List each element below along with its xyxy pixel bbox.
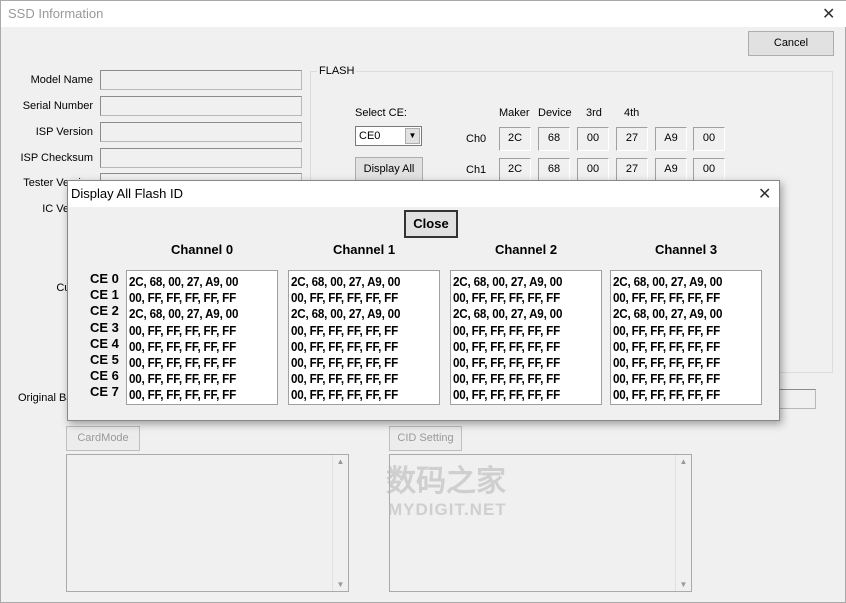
flash-id-box: 2C (499, 127, 531, 151)
flash-id-row: 00, FF, FF, FF, FF, FF (613, 356, 720, 371)
watermark-logo: 数码之家 MYDIGIT.NET (386, 465, 507, 519)
flash-id-row: 2C, 68, 00, 27, A9, 00 (129, 275, 239, 289)
id-column-header: Device (538, 107, 572, 119)
flash-id-row: 00, FF, FF, FF, FF, FF (613, 323, 720, 338)
flash-id-row: 00, FF, FF, FF, FF, FF (129, 372, 236, 387)
field-label: Serial Number (22, 100, 93, 112)
close-icon[interactable]: ✕ (758, 184, 771, 204)
id-column-header: 3rd (586, 107, 602, 119)
flash-id-row: 00, FF, FF, FF, FF, FF (453, 372, 560, 387)
channel-id-list: 2C, 68, 00, 27, A9, 00 00, FF, FF, FF, FF… (288, 270, 440, 405)
flash-id-row: 2C, 68, 00, 27, A9, 00 (453, 307, 563, 322)
channel-id-list: 2C, 68, 00, 27, A9, 00 00, FF, FF, FF, FF… (126, 270, 278, 405)
card-mode-button[interactable]: CardMode (66, 426, 140, 451)
flash-id-row: 2C, 68, 00, 27, A9, 00 (291, 275, 401, 289)
flash-id-row: 00, FF, FF, FF, FF, FF (453, 388, 560, 403)
dialog-close-button[interactable]: Close (404, 210, 458, 238)
ce-label: CE 5 (90, 352, 119, 367)
dialog-title-bar: Display All Flash ID ✕ (68, 181, 779, 207)
ce-label: CE 4 (90, 335, 119, 351)
flash-id-box: 00 (577, 127, 609, 151)
display-all-flash-id-dialog: Display All Flash ID ✕ Close Channel 0 Ch… (67, 180, 780, 421)
flash-id-box: 2C (499, 158, 531, 182)
field-input[interactable] (100, 148, 302, 168)
display-all-button[interactable]: Display All (355, 157, 423, 182)
field-input[interactable] (100, 70, 302, 90)
flash-id-row: 00, FF, FF, FF, FF, FF (453, 323, 560, 338)
flash-id-row: 2C, 68, 00, 27, A9, 00 (613, 307, 723, 322)
cancel-button[interactable]: Cancel (748, 31, 834, 56)
id-column-header: 4th (624, 107, 640, 119)
flash-id-row: 00, FF, FF, FF, FF, FF (453, 291, 560, 306)
cid-setting-button[interactable]: CID Setting (389, 426, 462, 451)
select-ce-label: Select CE: (355, 107, 407, 119)
scrollbar[interactable]: ▲ ▼ (675, 455, 691, 591)
flash-id-row: 00, FF, FF, FF, FF, FF (291, 323, 398, 338)
channel-header: Channel 1 (332, 242, 396, 257)
field-input[interactable] (100, 96, 302, 116)
flash-id-row: 00, FF, FF, FF, FF, FF (129, 323, 236, 338)
flash-group-label: FLASH (317, 65, 357, 77)
flash-id-row: 00, FF, FF, FF, FF, FF (613, 339, 720, 354)
field-label: ISP Checksum (20, 152, 93, 164)
ce-label: CE 1 (90, 287, 119, 303)
close-icon[interactable]: ✕ (822, 4, 835, 24)
flash-id-box: 00 (693, 158, 725, 182)
flash-id-row: 00, FF, FF, FF, FF, FF (129, 339, 236, 354)
ce-label: CE 0 (90, 271, 119, 286)
ce-label: CE 6 (90, 368, 119, 384)
flash-id-row: 2C, 68, 00, 27, A9, 00 (453, 275, 563, 289)
dialog-title: Display All Flash ID (71, 186, 183, 201)
select-ce-dropdown[interactable]: CE0 ▼ (355, 126, 422, 146)
original-label: Original Ba (18, 392, 73, 404)
flash-id-row: 00, FF, FF, FF, FF, FF (613, 388, 720, 403)
channel-header: Channel 2 (494, 242, 558, 257)
flash-id-row: 00, FF, FF, FF, FF, FF (291, 388, 398, 403)
flash-id-row: 00, FF, FF, FF, FF, FF (129, 291, 236, 306)
field-label: Model Name (30, 74, 93, 86)
flash-id-row: 2C, 68, 00, 27, A9, 00 (291, 307, 401, 322)
select-ce-value: CE0 (359, 130, 381, 142)
flash-id-row: 00, FF, FF, FF, FF, FF (613, 291, 720, 306)
flash-id-row: 2C, 68, 00, 27, A9, 00 (613, 275, 723, 289)
flash-id-box: A9 (655, 158, 687, 182)
flash-id-box: A9 (655, 127, 687, 151)
flash-id-row: 00, FF, FF, FF, FF, FF (291, 291, 398, 306)
window-title: SSD Information (8, 6, 104, 21)
flash-id-row: 00, FF, FF, FF, FF, FF (291, 339, 398, 354)
flash-id-row: 00, FF, FF, FF, FF, FF (453, 356, 560, 371)
channel-label: Ch1 (466, 164, 487, 176)
flash-id-row: 00, FF, FF, FF, FF, FF (291, 356, 398, 371)
card-mode-textarea[interactable]: ▲ ▼ (66, 454, 349, 592)
channel-header: Channel 0 (170, 242, 234, 257)
ce-label: CE 2 (90, 303, 119, 319)
flash-id-row: 2C, 68, 00, 27, A9, 00 (129, 307, 239, 322)
flash-id-row: 00, FF, FF, FF, FF, FF (129, 388, 236, 403)
flash-id-box: 00 (693, 127, 725, 151)
ce-label: CE 7 (90, 384, 119, 400)
flash-id-row: 00, FF, FF, FF, FF, FF (129, 356, 236, 371)
field-input[interactable] (100, 122, 302, 142)
channel-header: Channel 3 (654, 242, 718, 257)
flash-id-row: 00, FF, FF, FF, FF, FF (291, 372, 398, 387)
channel-id-list: 2C, 68, 00, 27, A9, 00 00, FF, FF, FF, FF… (610, 270, 762, 405)
channel-id-list: 2C, 68, 00, 27, A9, 00 00, FF, FF, FF, FF… (450, 270, 602, 405)
flash-id-row: 00, FF, FF, FF, FF, FF (453, 339, 560, 354)
flash-id-box: 68 (538, 127, 570, 151)
chevron-down-icon[interactable]: ▼ (405, 128, 420, 144)
ce-label: CE 3 (90, 319, 119, 335)
channel-label: Ch0 (466, 133, 487, 145)
flash-id-box: 00 (577, 158, 609, 182)
flash-id-box: 27 (616, 158, 648, 182)
id-column-header: Maker (499, 107, 530, 119)
flash-id-row: 00, FF, FF, FF, FF, FF (613, 372, 720, 387)
flash-id-box: 68 (538, 158, 570, 182)
field-label: ISP Version (35, 126, 93, 138)
title-bar: SSD Information ✕ (1, 1, 846, 27)
flash-id-box: 27 (616, 127, 648, 151)
